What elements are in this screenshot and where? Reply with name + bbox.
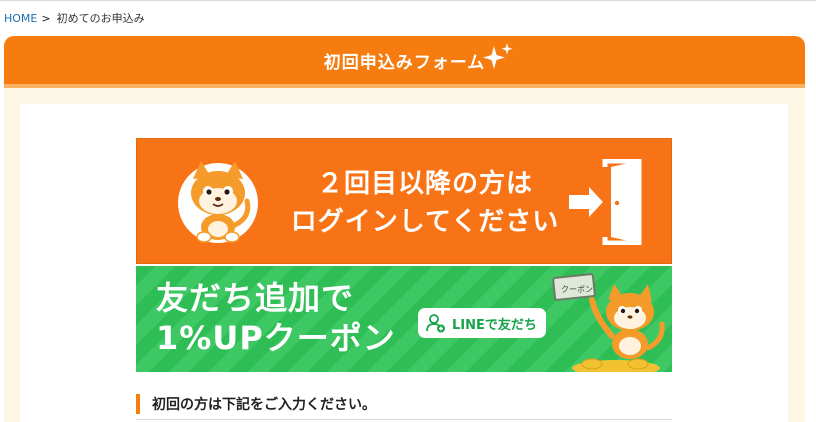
line-add-friend-label: LINEで友だち [452, 317, 537, 333]
notice-accent-bar [136, 393, 140, 414]
login-banner[interactable]: ２回目以降の方は ログインしてください [136, 138, 672, 264]
sparkle-icon [483, 43, 513, 69]
line-banner-line2: 1%UPクーポン [156, 319, 396, 357]
line-banner-title: 友だち追加で 1%UPクーポン [156, 278, 396, 358]
page-title: 初回申込みフォーム [323, 52, 486, 73]
cat-mascot-icon [178, 161, 258, 243]
cat-mascot-coupon-icon: クーポン [552, 273, 665, 372]
door-login-icon [569, 159, 642, 245]
breadcrumb-current: 初めてのお申込み [56, 12, 145, 25]
top-divider [0, 0, 816, 4]
line-add-friend-button[interactable]: LINEで友だち [418, 308, 546, 338]
breadcrumb: HOME > 初めてのお申込み [4, 10, 145, 26]
line-banner-line1: 友だち追加で [156, 279, 355, 317]
login-banner-line1: ２回目以降の方は [316, 169, 533, 199]
breadcrumb-home-link[interactable]: HOME [4, 12, 37, 25]
coupon-label: クーポン [561, 285, 593, 294]
add-friend-icon [426, 314, 445, 333]
input-notice: 初回の方は下記をご入力ください。 [136, 388, 672, 420]
login-banner-text: ２回目以降の方は ログインしてください [289, 165, 561, 241]
line-friend-banner[interactable]: 友だち追加で 1%UPクーポン LINEで友だち クーポン [136, 266, 672, 372]
login-banner-line2: ログインしてください [290, 207, 560, 237]
breadcrumb-separator: > [41, 11, 51, 25]
notice-text: 初回の方は下記をご入力ください。 [152, 396, 376, 413]
form-header: 初回申込みフォーム [4, 36, 805, 88]
